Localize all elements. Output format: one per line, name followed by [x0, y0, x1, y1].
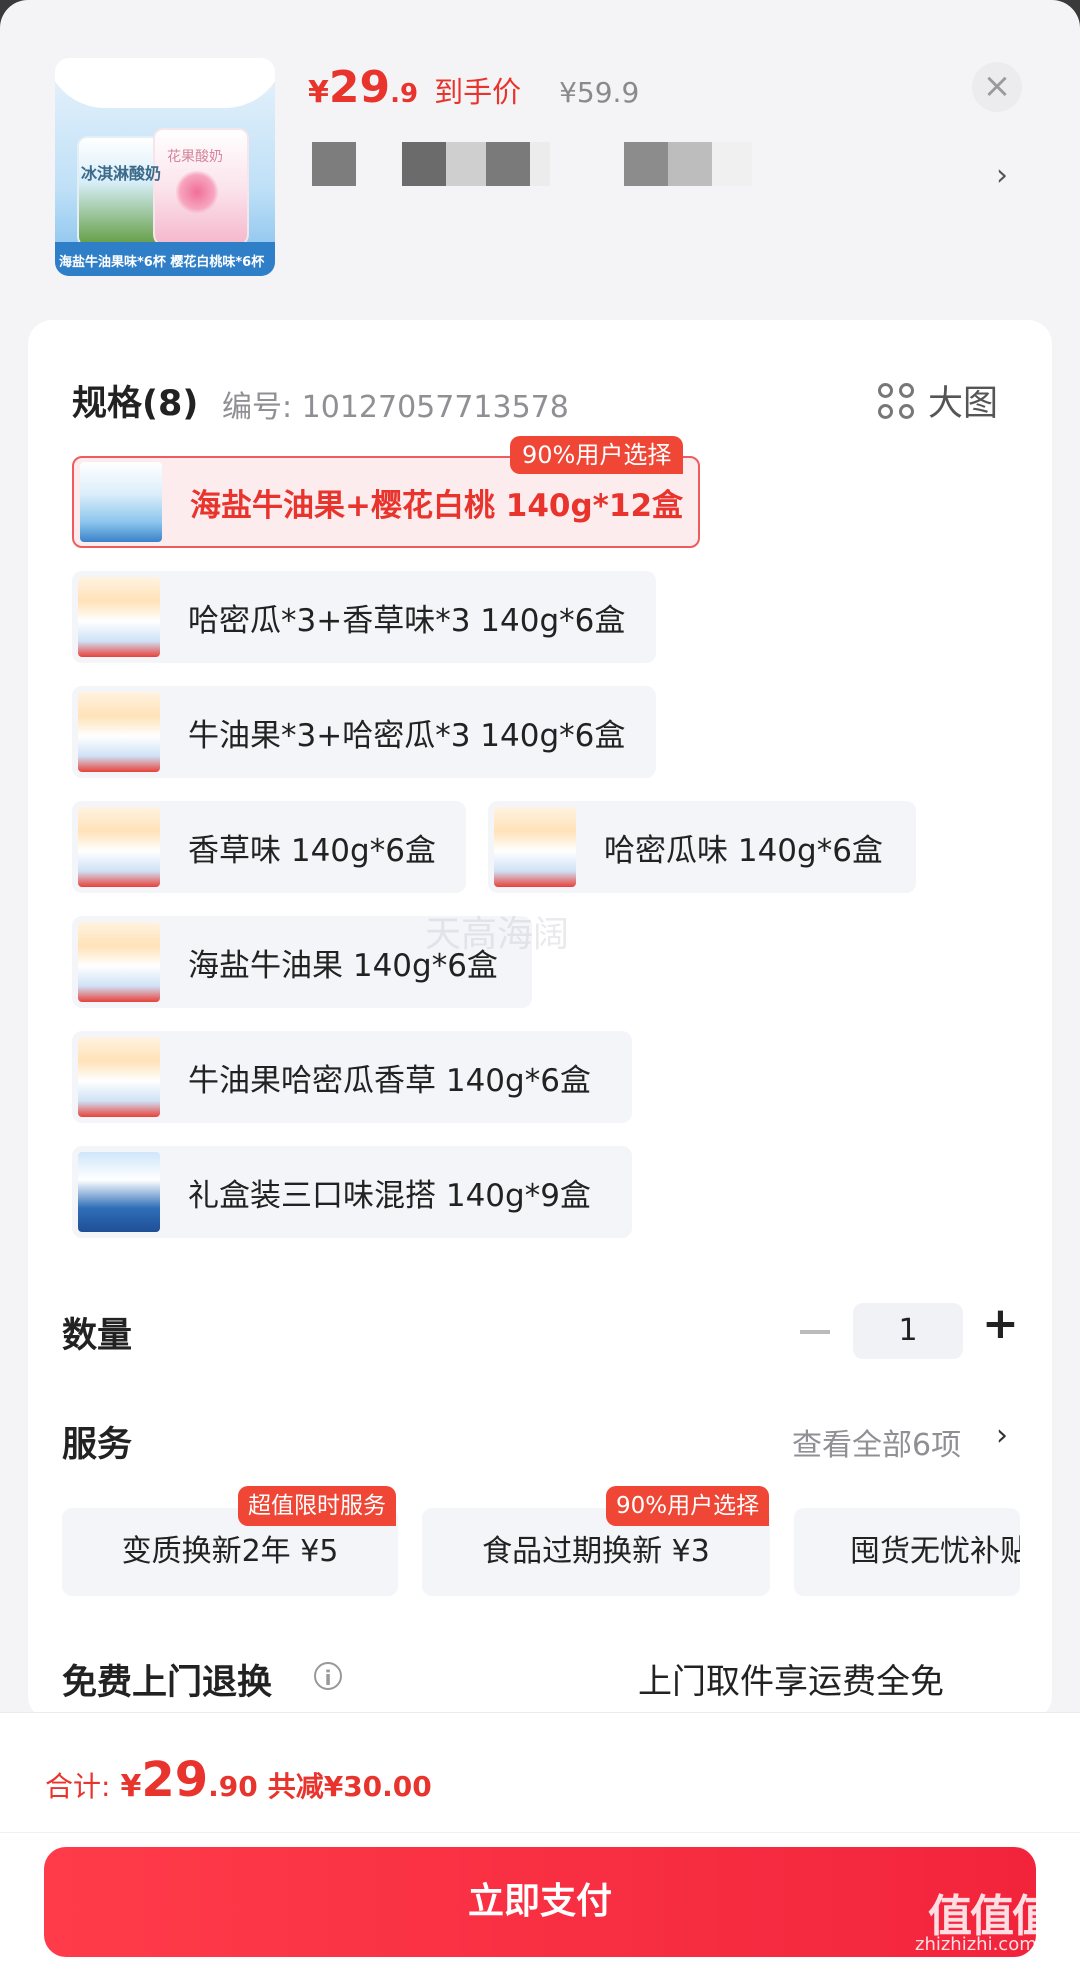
spec-option[interactable]: 哈密瓜*3+香草味*3 140g*6盒 [72, 571, 656, 663]
option-label: 哈密瓜*3+香草味*3 140g*6盒 [188, 602, 626, 639]
price-label: 到手价 [434, 75, 522, 109]
total-label: 合计: [45, 1770, 111, 1803]
service-label: 变质换新2年 ¥5 [121, 1534, 339, 1569]
quantity-input[interactable]: 1 [853, 1303, 963, 1359]
price-decimal: .9 [390, 79, 419, 109]
spec-option[interactable]: 香草味 140g*6盒 [72, 801, 466, 893]
option-thumbnail [80, 462, 162, 542]
total-price: 合计: ¥ 29 .90 共减¥30.00 [45, 1752, 432, 1808]
chevron-right-icon[interactable]: › [996, 158, 1008, 193]
product-code: 编号: 10127057713578 [222, 390, 569, 425]
pay-now-button[interactable]: 立即支付 [44, 1847, 1036, 1957]
chevron-right-icon[interactable]: › [996, 1418, 1008, 1453]
thumb-cup2-text: 花果酸奶 [167, 149, 223, 165]
info-icon[interactable]: i [314, 1662, 342, 1690]
option-label: 牛油果*3+哈密瓜*3 140g*6盒 [188, 717, 626, 754]
return-service-description: 上门取件享运费全免 [638, 1662, 944, 1702]
spec-option[interactable]: 牛油果哈密瓜香草 140g*6盒 [72, 1031, 632, 1123]
spec-option[interactable]: 牛油果*3+哈密瓜*3 140g*6盒 [72, 686, 656, 778]
view-all-services-link[interactable]: 查看全部6项 [792, 1420, 961, 1464]
close-button[interactable]: × [972, 62, 1022, 112]
service-title: 服务 [62, 1425, 133, 1465]
purchase-sheet: 冰淇淋酸奶 花果酸奶 海盐牛油果味*6杯 樱花白桃味*6杯 ¥ 29 .9 到手… [0, 0, 1080, 1965]
big-view-label: 大图 [928, 384, 999, 424]
return-service-title: 免费上门退换 [62, 1663, 273, 1703]
option-label: 牛油果哈密瓜香草 140g*6盒 [188, 1062, 591, 1099]
product-thumbnail[interactable]: 冰淇淋酸奶 花果酸奶 海盐牛油果味*6杯 樱花白桃味*6杯 [55, 58, 275, 276]
original-price: ¥59.9 [559, 76, 640, 109]
service-badge: 90%用户选择 [606, 1486, 770, 1526]
total-saving: 共减¥30.00 [267, 1770, 432, 1803]
total-decimal: .90 [208, 1770, 258, 1803]
grid-view-icon [878, 382, 914, 419]
quantity-title: 数量 [62, 1316, 133, 1356]
option-label: 哈密瓜味 140g*6盒 [604, 832, 883, 869]
site-watermark-url: zhizhizhi.com [915, 1934, 1037, 1955]
spec-option[interactable]: 礼盒装三口味混搭 140g*9盒 [72, 1146, 632, 1238]
big-view-button[interactable]: 大图 [878, 375, 998, 426]
option-thumbnail [78, 1152, 160, 1232]
service-option[interactable]: 囤货无忧补贴 [794, 1508, 1020, 1596]
option-label: 香草味 140g*6盒 [188, 832, 436, 869]
option-thumbnail [78, 577, 160, 657]
price-row: ¥ 29 .9 到手价 ¥59.9 [308, 62, 640, 113]
thumb-cup1-text: 冰淇淋酸奶 [81, 164, 162, 183]
spec-title: 规格(8) [72, 384, 199, 424]
spec-option[interactable]: 哈密瓜味 140g*6盒 [488, 801, 916, 893]
option-thumbnail [78, 807, 160, 887]
option-thumbnail [78, 692, 160, 772]
option-thumbnail [78, 1037, 160, 1117]
price-currency: ¥ [308, 75, 329, 110]
option-thumbnail [494, 807, 576, 887]
option-label: 海盐牛油果+樱花白桃 140g*12盒 [190, 487, 684, 524]
watermark-text: 天高海阔 [425, 914, 570, 955]
option-label: 礼盒装三口味混搭 140g*9盒 [188, 1177, 591, 1214]
service-label: 囤货无忧补贴 [850, 1534, 1020, 1569]
total-integer: 29 [141, 1752, 209, 1808]
popular-choice-badge: 90%用户选择 [510, 436, 684, 474]
sakura-flower-image [175, 170, 219, 214]
quantity-plus-button[interactable]: + [982, 1298, 1019, 1349]
service-badge: 超值限时服务 [238, 1486, 396, 1526]
thumb-caption: 海盐牛油果味*6杯 樱花白桃味*6杯 [59, 255, 265, 270]
divider [0, 1832, 1080, 1833]
total-currency: ¥ [120, 1769, 142, 1804]
option-thumbnail [78, 922, 160, 1002]
quantity-minus-button[interactable] [800, 1330, 830, 1334]
service-label: 食品过期换新 ¥3 [482, 1534, 710, 1569]
price-integer: 29 [328, 62, 391, 113]
